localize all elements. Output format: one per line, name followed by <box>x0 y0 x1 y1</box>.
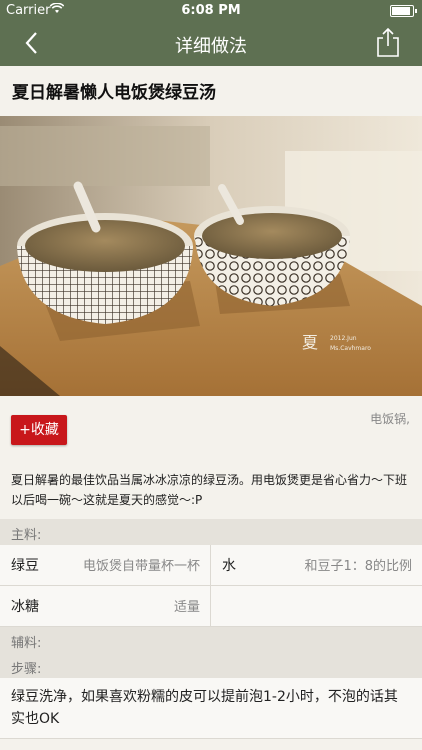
cookware-label: 电饭锅, <box>370 412 410 426</box>
photo-caption: 夏 <box>302 333 318 352</box>
ingredient-amount: 和豆子1：8的比例 <box>304 559 412 574</box>
share-icon <box>377 27 399 57</box>
status-bar: Carrier 6:08 PM <box>0 0 422 22</box>
nav-title: 详细做法 <box>175 36 247 57</box>
ingredient-cell: 冰糖 适量 <box>0 586 210 626</box>
ingredient-cell: 水 和豆子1：8的比例 <box>211 545 422 585</box>
step-item: 绿豆洗净，如果喜欢粉糯的皮可以提前泡1-2小时，不泡的话其实也OK <box>0 678 422 739</box>
app-header: Carrier 6:08 PM 详细做法 <box>0 0 422 66</box>
aux-ingredients-label: 辅料: <box>11 636 42 651</box>
ingredient-row: 冰糖 适量 <box>0 586 422 627</box>
photo-text-1: 2012.Jun <box>330 335 357 342</box>
navigation-bar: 详细做法 <box>0 22 422 66</box>
steps-label: 步骤: <box>11 662 42 677</box>
step-text: 绿豆洗净，如果喜欢粉糯的皮可以提前泡1-2小时，不泡的话其实也OK <box>11 689 398 727</box>
main-ingredients-label: 主料: <box>11 528 42 543</box>
ingredient-name: 绿豆 <box>11 558 39 574</box>
share-button[interactable] <box>374 26 402 58</box>
ingredient-name: 水 <box>222 558 236 574</box>
battery-icon <box>390 5 417 17</box>
recipe-title: 夏日解暑懒人电饭煲绿豆汤 <box>12 83 216 103</box>
main-ingredients-header: 主料: <box>0 519 422 545</box>
recipe-description: 夏日解暑的最佳饮品当属冰冰凉凉的绿豆汤。用电饭煲更是省心省力～下班以后喝一碗～这… <box>11 473 408 507</box>
photo-text-2: Ms.Cavhmaro <box>330 345 371 352</box>
ingredient-amount: 电饭煲自带量杯一杯 <box>82 559 200 574</box>
steps-header: 步骤: <box>0 653 422 679</box>
favorite-button[interactable]: +收藏 <box>11 415 67 445</box>
status-time: 6:08 PM <box>181 3 241 18</box>
ingredient-amount: 适量 <box>173 600 200 615</box>
ingredient-cell: 绿豆 电饭煲自带量杯一杯 <box>0 545 210 585</box>
recipe-photo: 夏 2012.Jun Ms.Cavhmaro <box>0 116 422 396</box>
ingredient-row: 绿豆 电饭煲自带量杯一杯 水 和豆子1：8的比例 <box>0 545 422 586</box>
ingredient-name: 冰糖 <box>11 599 39 615</box>
ingredient-cell <box>211 586 422 626</box>
aux-ingredients-header: 辅料: <box>0 627 422 653</box>
